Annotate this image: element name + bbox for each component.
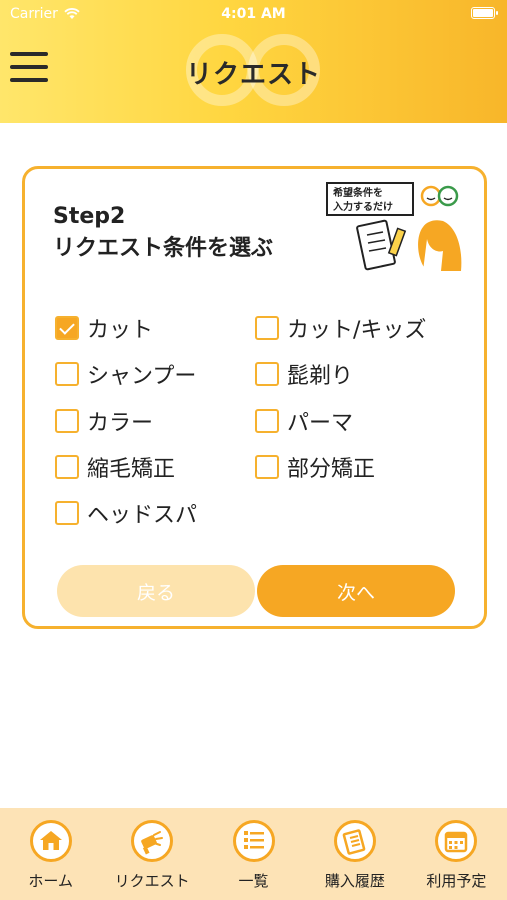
tab-label: 利用予定 (426, 872, 487, 890)
option-cut-kids[interactable]: カット/キッズ (255, 312, 426, 344)
option-shampoo[interactable]: シャンプー (55, 358, 196, 390)
home-icon (29, 820, 72, 862)
checkbox[interactable] (255, 362, 279, 386)
step-subtitle: リクエスト条件を選ぶ (53, 236, 274, 261)
step-heading: Step2 リクエスト条件を選ぶ (53, 201, 273, 265)
option-shave[interactable]: 髭剃り (255, 358, 353, 390)
option-label: 部分矯正 (287, 457, 376, 482)
tab-label: ホーム (28, 872, 73, 890)
bottom-tab-bar: ホーム リクエスト 一覧 購入履歴 利用予定 (0, 808, 507, 900)
option-label: カット (87, 318, 154, 343)
option-straightening[interactable]: 縮毛矯正 (55, 451, 175, 483)
next-button[interactable]: 次へ (257, 565, 455, 617)
illust-text-1: 希望条件を (332, 186, 383, 199)
option-label: カット/キッズ (287, 318, 427, 343)
option-label: パーマ (287, 411, 354, 436)
option-label: シャンプー (87, 364, 197, 389)
checkbox[interactable] (255, 316, 279, 340)
tab-request[interactable]: リクエスト (101, 808, 202, 900)
tab-home[interactable]: ホーム (0, 808, 101, 900)
option-color[interactable]: カラー (55, 405, 153, 437)
option-label: 縮毛矯正 (87, 457, 176, 482)
tab-list[interactable]: 一覧 (203, 808, 304, 900)
tab-label: リクエスト (114, 872, 190, 890)
app-header: Carrier 4:01 AM リクエスト (0, 0, 507, 123)
page-title: リクエスト (185, 60, 321, 90)
purchase-history-icon (333, 820, 376, 862)
battery-icon (471, 7, 498, 19)
tab-purchase-history[interactable]: 購入履歴 (304, 808, 405, 900)
option-label: カラー (87, 411, 154, 436)
option-head-spa[interactable]: ヘッドスパ (55, 497, 197, 529)
request-conditions-card: Step2 リクエスト条件を選ぶ 希望条件を 入力するだけ カット カット/キッ… (22, 166, 487, 629)
back-button[interactable]: 戻る (57, 565, 255, 617)
tab-label: 購入履歴 (324, 872, 385, 890)
checkbox[interactable] (255, 455, 279, 479)
option-partial-straightening[interactable]: 部分矯正 (255, 451, 375, 483)
checkbox[interactable] (55, 362, 79, 386)
status-bar: Carrier 4:01 AM (0, 0, 507, 30)
checkbox-checked[interactable] (55, 316, 79, 340)
illust-text-2: 入力するだけ (333, 200, 393, 213)
option-label: 髭剃り (287, 364, 354, 389)
checkbox[interactable] (55, 501, 79, 525)
illustration-icon: 希望条件を 入力するだけ (326, 182, 462, 271)
status-time: 4:01 AM (221, 6, 286, 22)
step-label: Step2 (53, 204, 126, 229)
option-label: ヘッドスパ (87, 503, 198, 528)
checkbox[interactable] (55, 455, 79, 479)
checkbox[interactable] (55, 409, 79, 433)
calendar-icon (435, 820, 478, 862)
option-cut[interactable]: カット (55, 312, 153, 344)
list-icon (232, 820, 275, 862)
request-icon (131, 820, 174, 862)
checkbox[interactable] (255, 409, 279, 433)
tab-schedule[interactable]: 利用予定 (406, 808, 507, 900)
tab-label: 一覧 (238, 872, 269, 890)
option-perm[interactable]: パーマ (255, 405, 353, 437)
